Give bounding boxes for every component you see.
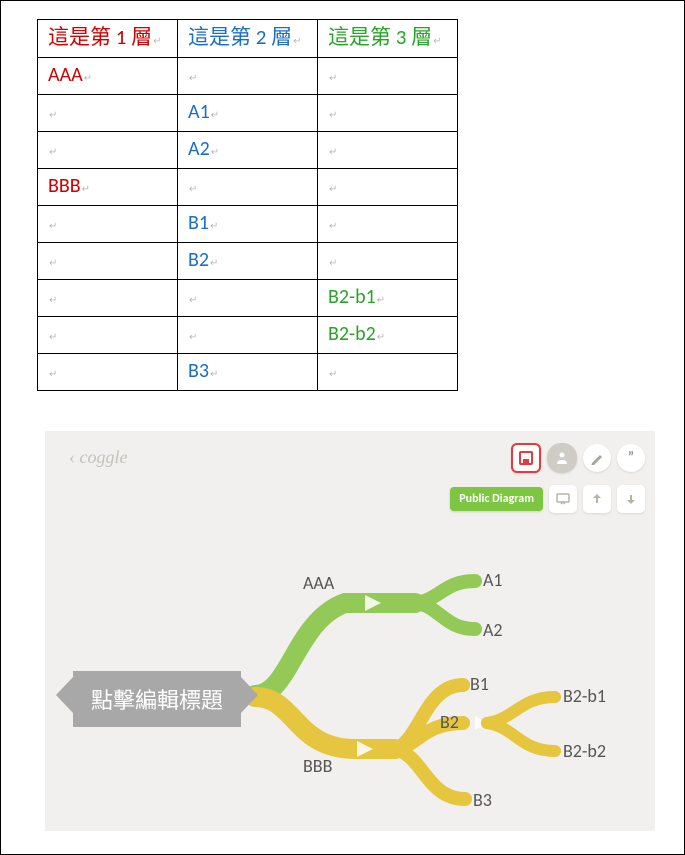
node-aaa[interactable]: AAA [303,572,334,594]
cell: ↵ [178,169,318,206]
cell: BBB↵ [38,169,178,206]
cell: B2-b2↵ [318,317,458,354]
cell: ↵ [38,95,178,132]
table-row: ↵↵B2-b1↵ [38,280,458,317]
cell: ↵ [318,206,458,243]
node-b2b1[interactable]: B2-b1 [563,685,606,707]
node-a2[interactable]: A2 [483,619,503,641]
cell: A2↵ [178,132,318,169]
cell: B2-b1↵ [318,280,458,317]
cell: ↵ [318,58,458,95]
cell: ↵ [318,169,458,206]
table-row: ↵A1↵↵ [38,95,458,132]
node-b3[interactable]: B3 [473,789,492,811]
mindmap-panel: coggle ” Public Diagram [45,431,655,831]
table-row: ↵B3↵↵ [38,354,458,391]
cell: ↵ [178,280,318,317]
cell: ↵ [38,132,178,169]
cell: ↵ [38,317,178,354]
cell: ↵ [318,354,458,391]
node-b1[interactable]: B1 [470,673,489,695]
cell: ↵ [38,206,178,243]
table-row: ↵↵B2-b2↵ [38,317,458,354]
table-row: ↵B1↵↵ [38,206,458,243]
cell: ↵ [38,354,178,391]
cell: ↵ [318,132,458,169]
header-level-2: 這是第 2 層↵ [178,20,318,58]
table-row: ↵A2↵↵ [38,132,458,169]
cell: B3↵ [178,354,318,391]
header-level-1: 這是第 1 層↵ [38,20,178,58]
table-row: AAA↵↵↵ [38,58,458,95]
cell: ↵ [318,95,458,132]
cell: ↵ [178,58,318,95]
table-row: BBB↵↵↵ [38,169,458,206]
mindmap-root[interactable]: 點擊編輯標題 [73,671,241,727]
cell: B2↵ [178,243,318,280]
table-header-row: 這是第 1 層↵ 這是第 2 層↵ 這是第 3 層↵ [38,20,458,58]
node-a1[interactable]: A1 [483,569,503,591]
cell: B1↵ [178,206,318,243]
node-b2b2[interactable]: B2-b2 [563,740,606,762]
level-table: 這是第 1 層↵ 這是第 2 層↵ 這是第 3 層↵ AAA↵↵↵↵A1↵↵↵A… [37,19,458,391]
cell: A1↵ [178,95,318,132]
node-bbb[interactable]: BBB [303,755,332,777]
table-row: ↵B2↵↵ [38,243,458,280]
cell: ↵ [318,243,458,280]
cell: ↵ [38,280,178,317]
cell: AAA↵ [38,58,178,95]
header-level-3: 這是第 3 層↵ [318,20,458,58]
mindmap-branches [45,431,655,831]
cell: ↵ [178,317,318,354]
node-b2[interactable]: B2 [440,711,459,733]
cell: ↵ [38,243,178,280]
